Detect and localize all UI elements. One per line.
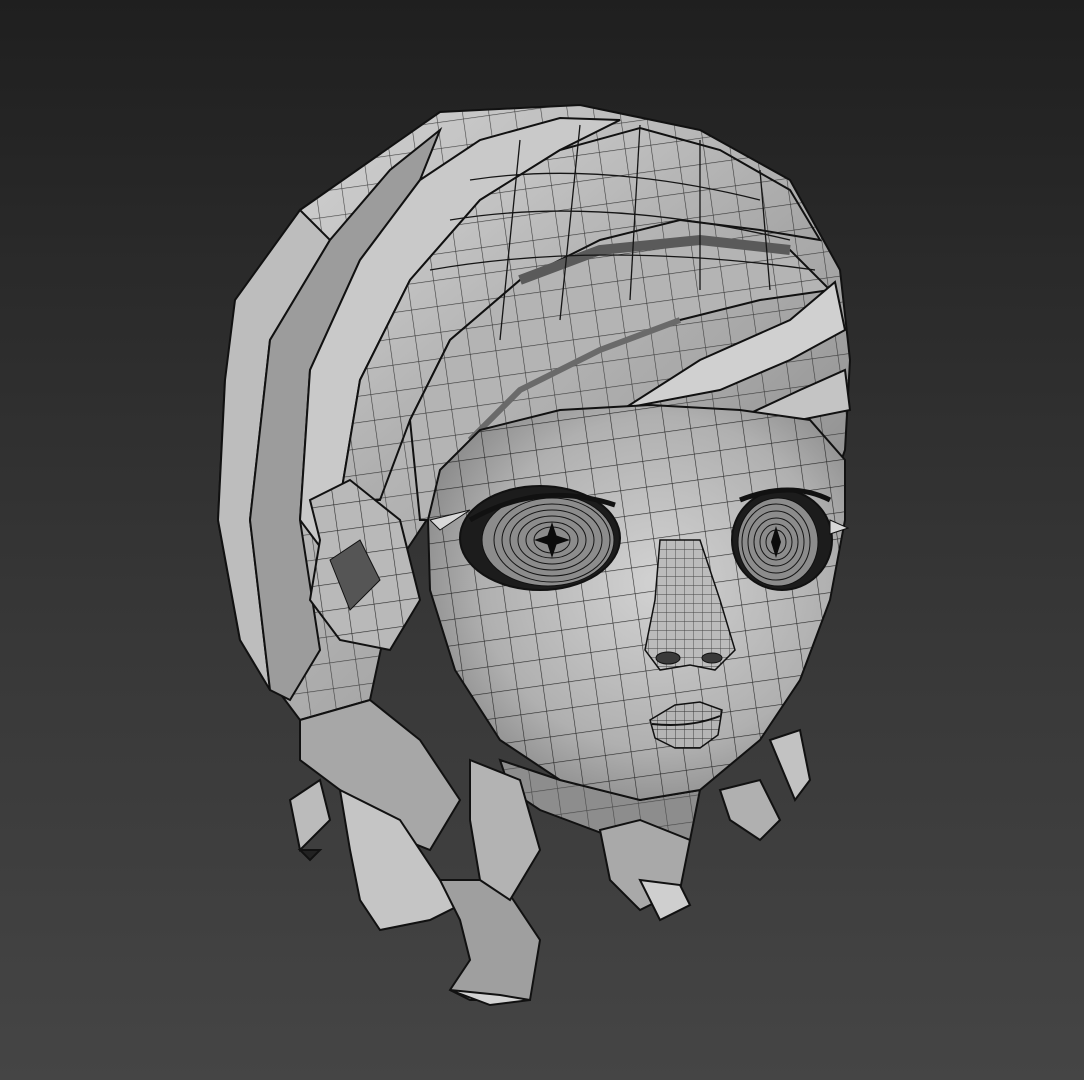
3d-viewport[interactable]: [0, 0, 1084, 1080]
wireframe-head-model[interactable]: [0, 0, 1084, 1080]
